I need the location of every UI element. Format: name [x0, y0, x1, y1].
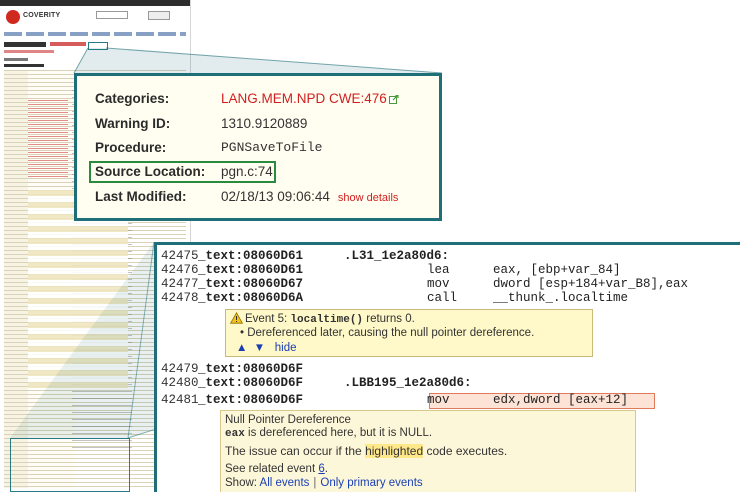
code-line: 42477 _text:08060D67 mov dword [esp+184+…: [157, 277, 740, 292]
defect-description: eax is dereferenced here, but it is NULL…: [225, 427, 432, 440]
mnemonic: mov: [427, 277, 450, 291]
categories-value[interactable]: LANG.MEM.NPD CWE:476: [221, 89, 399, 109]
issue-post: code executes.: [426, 444, 508, 458]
code-line: 42479 _text:08060D6F: [157, 362, 740, 377]
event-annotation: Event 5: localtime() returns 0. • Derefe…: [225, 309, 593, 357]
code-line: 42480 _text:08060D6F .LBB195_1e2a80d6:: [157, 376, 740, 391]
line-number: 42475: [161, 249, 199, 263]
line-number: 42481: [161, 393, 199, 407]
line-number: 42477: [161, 277, 199, 291]
operands: edx,dword [eax+12]: [493, 393, 629, 407]
address: _text:08060D67: [198, 277, 304, 291]
page-title: [4, 42, 46, 47]
address: _text:08060D6F: [198, 376, 304, 390]
address: _text:08060D61: [198, 263, 304, 277]
assembly-code-panel: 42475 _text:08060D61 .L31_1e2a80d6: 4247…: [154, 242, 740, 492]
previous-event-icon[interactable]: ▲: [236, 342, 247, 354]
defect-annotation: Null Pointer Dereference eax is derefere…: [220, 410, 636, 492]
search-input[interactable]: [96, 11, 128, 19]
show-filter: Show: All events | Only primary events: [225, 477, 423, 489]
label: .L31_1e2a80d6:: [344, 249, 450, 263]
warning-id-value: 1310.9120889: [221, 116, 308, 131]
hide-link[interactable]: hide: [275, 342, 297, 354]
only-primary-events-link[interactable]: Only primary events: [320, 477, 422, 489]
last-modified-value: 02/18/13 09:06:44 show details: [221, 187, 398, 208]
related-event: See related event 6.: [225, 463, 328, 475]
all-events-link[interactable]: All events: [260, 477, 310, 489]
event-title: Event 5: localtime() returns 0.: [230, 312, 415, 326]
defect-description-text: is dereferenced here, but it is NULL.: [248, 427, 433, 439]
categories-label: Categories:: [95, 91, 170, 106]
address: _text:08060D6F: [198, 362, 304, 376]
external-link-icon[interactable]: [388, 95, 399, 104]
search-button[interactable]: [148, 11, 170, 20]
logo-text: COVERITY: [23, 12, 61, 19]
issue-pre: The issue can occur if the: [225, 444, 362, 458]
procedure-value: PGNSaveToFile: [221, 140, 323, 155]
small-link[interactable]: [4, 58, 28, 61]
event-prefix: Event 5:: [245, 313, 288, 325]
mnemonic: lea: [427, 263, 450, 277]
subtitle-link[interactable]: [4, 50, 54, 53]
category-link[interactable]: [50, 42, 86, 46]
breadcrumb[interactable]: [4, 32, 186, 36]
procedure-label: Procedure:: [95, 140, 167, 155]
thumbnail-red-lines: [28, 100, 68, 180]
code-line: 42478 _text:08060D6A call __thunk_.local…: [157, 291, 740, 306]
label: .LBB195_1e2a80d6:: [344, 376, 472, 390]
address: _text:08060D61: [198, 249, 304, 263]
defect-details-panel: Categories: LANG.MEM.NPD CWE:476 Warning…: [74, 73, 442, 221]
source-location-label: Source Location:: [95, 164, 206, 179]
code-line: 42481 _text:08060D6F mov edx,dword [eax+…: [157, 393, 740, 408]
event-function: localtime(): [290, 314, 364, 326]
show-details-link[interactable]: show details: [338, 192, 399, 204]
address: _text:08060D6F: [198, 393, 304, 407]
operands: __thunk_.localtime: [493, 291, 629, 305]
address: _text:08060D6A: [198, 291, 304, 305]
separator: |: [313, 477, 317, 489]
coverity-logo-icon: [6, 10, 20, 24]
line-number: 42476: [161, 263, 199, 277]
event-nav: ▲ ▼ hide: [236, 342, 297, 354]
related-pre: See related event: [225, 463, 316, 475]
defect-title: Null Pointer Dereference: [225, 414, 351, 426]
event-suffix: returns 0.: [366, 313, 415, 325]
mnemonic: mov: [427, 393, 450, 407]
code-line: 42475 _text:08060D61 .L31_1e2a80d6:: [157, 249, 740, 264]
issue-highlight: highlighted: [365, 444, 424, 458]
issue-text: The issue can occur if the highlighted c…: [225, 444, 507, 458]
top-nav-bar: [0, 0, 190, 6]
event-detail: • Dereferenced later, causing the null p…: [240, 327, 534, 339]
event-detail-text: Dereferenced later, causing the null poi…: [247, 327, 535, 339]
categories-link[interactable]: LANG.MEM.NPD CWE:476: [221, 91, 387, 106]
defect-variable: eax: [225, 428, 245, 440]
line-number: 42478: [161, 291, 199, 305]
warning-id-label: Warning ID:: [95, 116, 171, 131]
last-modified-label: Last Modified:: [95, 189, 187, 204]
line-number: 42479: [161, 362, 199, 376]
warning-triangle-icon: [230, 312, 243, 324]
section-heading: [4, 64, 44, 67]
code-line: 42476 _text:08060D61 lea eax, [ebp+var_8…: [157, 263, 740, 278]
operands: dword [esp+184+var_B8],eax: [493, 277, 689, 291]
source-location-highlight: [88, 42, 108, 50]
operands: eax, [ebp+var_84]: [493, 263, 621, 277]
related-event-link[interactable]: 6: [318, 463, 324, 475]
show-label: Show:: [225, 477, 257, 489]
source-location-value[interactable]: pgn.c:74: [221, 162, 273, 182]
thumbnail-code-selection: [10, 438, 130, 492]
next-event-icon[interactable]: ▼: [254, 342, 265, 354]
line-number: 42480: [161, 376, 199, 390]
last-modified-date: 02/18/13 09:06:44: [221, 189, 330, 204]
mnemonic: call: [427, 291, 458, 305]
